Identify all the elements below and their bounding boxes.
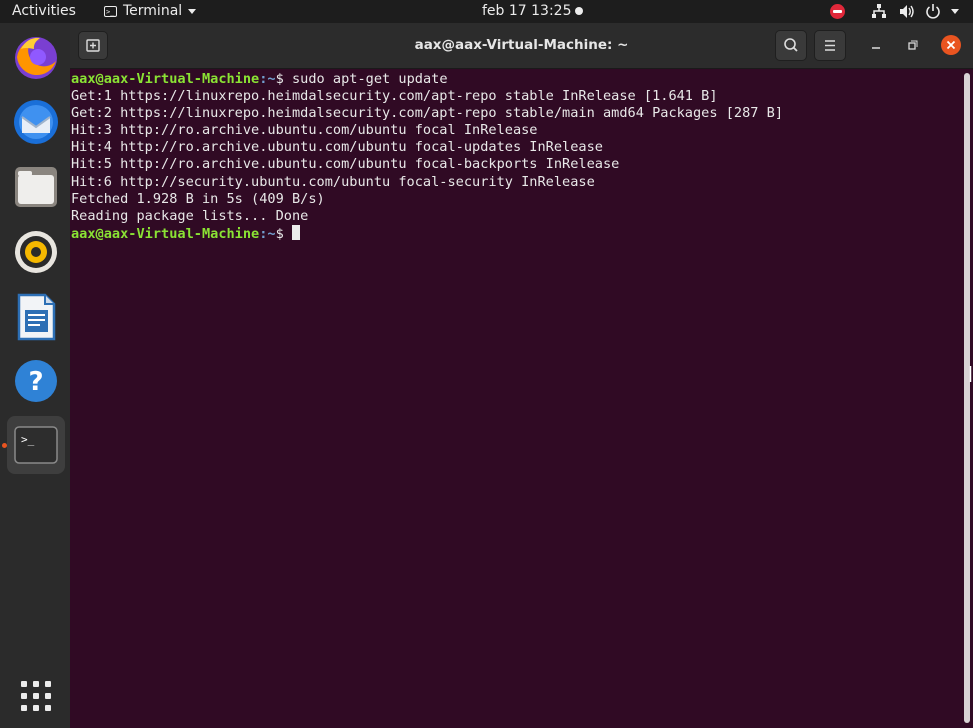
output-line: Hit:6 http://security.ubuntu.com/ubuntu …: [71, 173, 595, 190]
thunderbird-icon: [14, 100, 58, 144]
search-button[interactable]: [775, 30, 807, 61]
notification-dot-icon: [575, 7, 583, 15]
terminal-icon: >_: [104, 6, 117, 17]
do-not-disturb-icon[interactable]: [830, 4, 845, 19]
top-bar: Activities >_ Terminal feb 17 13:25: [0, 0, 973, 23]
help-glyph: ?: [28, 367, 43, 397]
close-icon: [946, 40, 956, 50]
output-line: Hit:3 http://ro.archive.ubuntu.com/ubunt…: [71, 122, 538, 139]
files-icon: [15, 167, 57, 207]
menu-button[interactable]: [814, 30, 846, 61]
output-line: Hit:4 http://ro.archive.ubuntu.com/ubunt…: [71, 139, 603, 156]
command-line: aax@aax-Virtual-Machine:~$ sudo apt-get …: [71, 71, 965, 88]
prompt-symbol: $: [275, 225, 292, 242]
output-line: Get:2 https://linuxrepo.heimdalsecurity.…: [71, 105, 784, 122]
activities-button[interactable]: Activities: [12, 0, 76, 23]
running-indicator: [2, 443, 7, 448]
system-menu-chevron-icon[interactable]: [951, 9, 959, 14]
title-bar[interactable]: aax@aax-Virtual-Machine: ~: [70, 23, 973, 69]
scrollbar[interactable]: [964, 73, 970, 723]
writer-icon: [17, 293, 56, 341]
terminal-window: aax@aax-Virtual-Machine: ~ aax@aax-Virtu…: [70, 23, 973, 728]
dock-item-files[interactable]: [7, 158, 65, 216]
prompt-path: :~: [259, 71, 276, 87]
dock-item-writer[interactable]: [7, 288, 65, 346]
output-line: Fetched 1.928 B in 5s (409 B/s): [71, 190, 325, 207]
prompt-user: aax@aax-Virtual-Machine: [71, 71, 260, 87]
help-icon: ?: [15, 360, 57, 402]
output-line: Get:1 https://linuxrepo.heimdalsecurity.…: [71, 88, 718, 105]
new-tab-icon: [86, 39, 100, 52]
dock-item-firefox[interactable]: [7, 27, 65, 85]
app-menu-label: Terminal: [123, 3, 183, 19]
terminal-glyph: >_: [21, 433, 35, 446]
new-tab-button[interactable]: [78, 31, 108, 60]
dock-item-thunderbird[interactable]: [7, 93, 65, 151]
close-button[interactable]: [941, 35, 961, 55]
volume-icon[interactable]: [899, 4, 915, 19]
text-cursor: [292, 224, 300, 240]
firefox-icon: [15, 37, 57, 79]
hamburger-menu-icon: [825, 40, 835, 51]
terminal-icon: >_: [14, 426, 58, 464]
output-line: Hit:5 http://ro.archive.ubuntu.com/ubunt…: [71, 156, 620, 173]
clock[interactable]: feb 17 13:25: [482, 0, 572, 23]
app-menu[interactable]: >_ Terminal: [104, 0, 197, 23]
minimize-icon[interactable]: [868, 37, 884, 53]
dock-item-rhythmbox[interactable]: [7, 223, 65, 281]
power-icon[interactable]: [925, 3, 941, 19]
network-icon[interactable]: [871, 4, 887, 19]
output-line: Reading package lists... Done: [71, 207, 309, 224]
mouse-cursor-icon: [969, 366, 972, 382]
search-icon: [784, 38, 798, 52]
prompt-line: aax@aax-Virtual-Machine:~$: [71, 224, 965, 242]
terminal-output[interactable]: aax@aax-Virtual-Machine:~$ sudo apt-get …: [70, 69, 965, 728]
command-text: sudo apt-get update: [292, 71, 448, 87]
chevron-down-icon: [188, 9, 197, 14]
prompt-path: :~: [259, 225, 276, 242]
grid-icon[interactable]: [20, 680, 52, 712]
rhythmbox-icon: [15, 231, 57, 273]
prompt-user: aax@aax-Virtual-Machine: [71, 225, 260, 242]
dock-item-help[interactable]: ?: [7, 352, 65, 410]
maximize-icon[interactable]: [904, 37, 920, 53]
dock: ? >_: [0, 23, 70, 728]
prompt-symbol: $: [275, 71, 292, 87]
dock-item-terminal[interactable]: >_: [7, 416, 65, 474]
